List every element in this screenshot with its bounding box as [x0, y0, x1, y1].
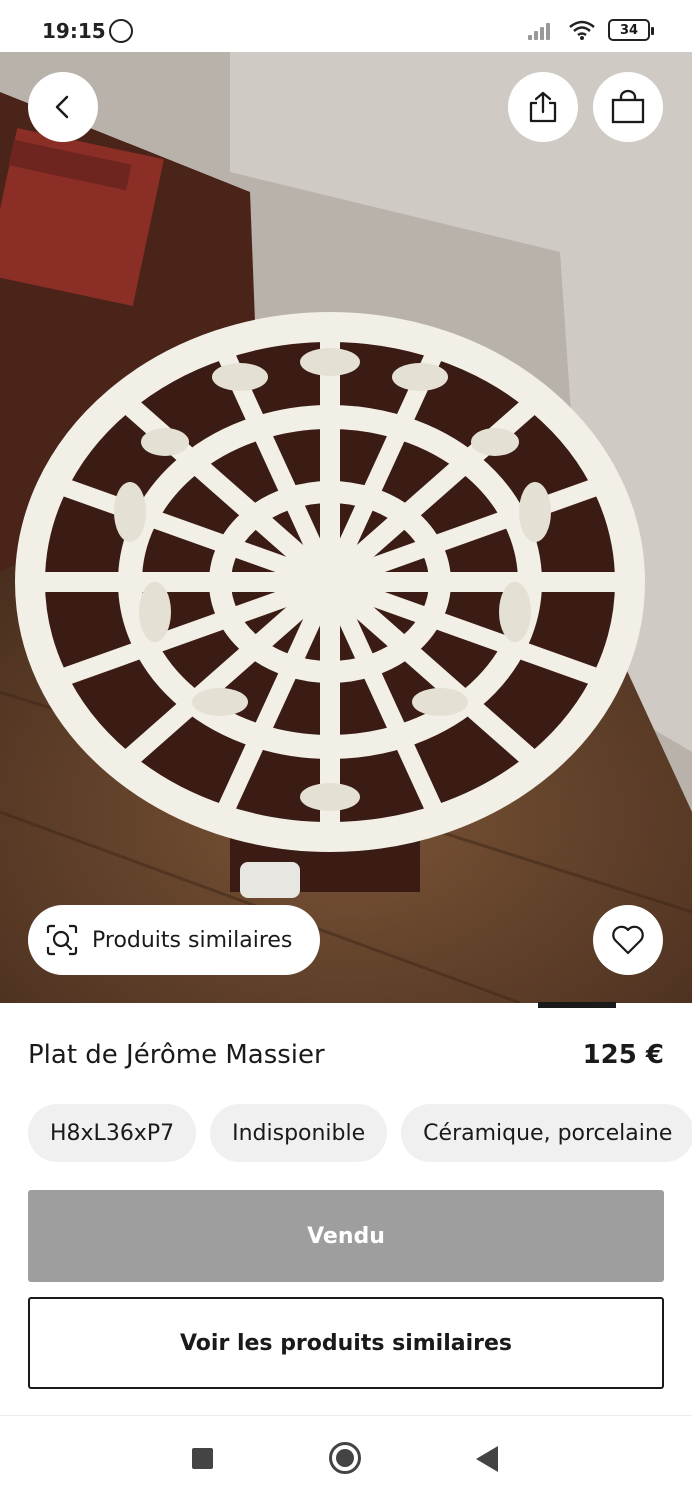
- product-image[interactable]: [0, 52, 692, 1003]
- system-back-button[interactable]: [476, 1446, 498, 1472]
- attribute-chip-dimensions: H8xL36xP7: [28, 1104, 197, 1162]
- notification-app-icon: [109, 19, 133, 43]
- wifi-icon: [569, 20, 595, 40]
- share-icon: [529, 91, 557, 123]
- cart-button[interactable]: [593, 72, 663, 142]
- system-nav-bar: [0, 1416, 692, 1500]
- recents-button[interactable]: [192, 1448, 213, 1469]
- signal-icon: [528, 20, 556, 40]
- heart-icon: [612, 925, 644, 955]
- attribute-chip-availability: Indisponible: [210, 1104, 388, 1162]
- attribute-chip-material: Céramique, porcelaine: [401, 1104, 692, 1162]
- status-icons: 34: [528, 19, 654, 41]
- product-title: Plat de Jérôme Massier: [28, 1040, 325, 1070]
- chevron-left-icon: [55, 95, 69, 119]
- status-bar: 19:15 34: [0, 0, 692, 52]
- shopping-bag-icon: [611, 89, 645, 124]
- product-photo: [0, 52, 692, 1003]
- visual-search-icon: [46, 924, 78, 956]
- favorite-button[interactable]: [593, 905, 663, 975]
- see-similar-button[interactable]: Voir les produits similaires: [28, 1297, 664, 1389]
- product-header: Plat de Jérôme Massier 125 €: [28, 1040, 664, 1070]
- home-button[interactable]: [329, 1442, 361, 1474]
- battery-level: 34: [619, 22, 639, 38]
- sold-button[interactable]: Vendu: [28, 1190, 664, 1282]
- similar-products-chip[interactable]: Produits similaires: [28, 905, 320, 975]
- share-button[interactable]: [508, 72, 578, 142]
- carousel-indicator: [538, 1002, 616, 1008]
- product-price: 125 €: [582, 1040, 664, 1070]
- back-button[interactable]: [28, 72, 98, 142]
- battery-icon: 34: [608, 19, 654, 41]
- similar-products-label: Produits similaires: [92, 927, 293, 953]
- product-attributes: H8xL36xP7 Indisponible Céramique, porcel…: [28, 1104, 692, 1162]
- status-time: 19:15: [42, 19, 106, 43]
